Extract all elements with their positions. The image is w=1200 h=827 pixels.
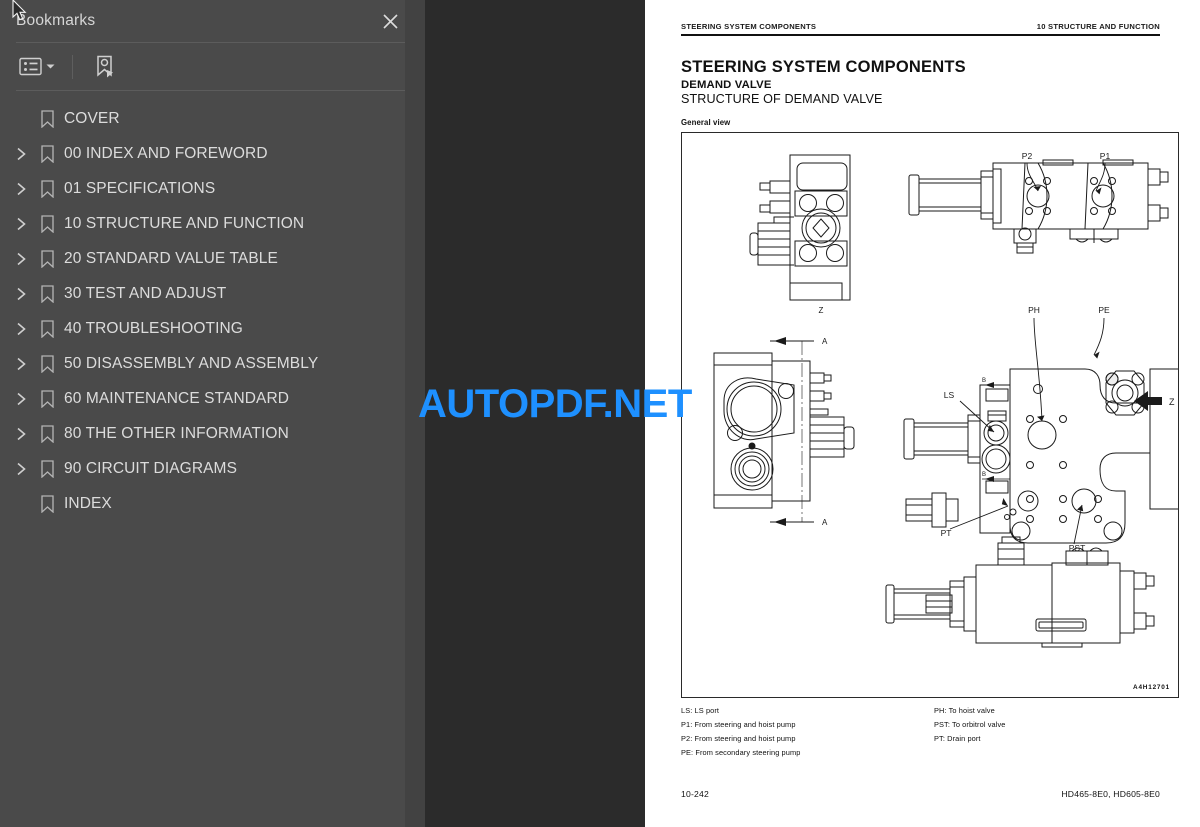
bookmark-label: INDEX [64, 494, 112, 512]
expand-chevron-icon[interactable] [8, 316, 34, 342]
bookmark-item[interactable]: 50 DISASSEMBLY AND ASSEMBLY [0, 346, 425, 381]
bookmark-item[interactable]: COVER [0, 101, 425, 136]
bookmark-label: 00 INDEX AND FOREWORD [64, 144, 268, 162]
bookmark-item[interactable]: 20 STANDARD VALUE TABLE [0, 241, 425, 276]
bookmark-icon [34, 491, 60, 517]
bookmark-label: COVER [64, 109, 120, 127]
bookmark-item[interactable]: 40 TROUBLESHOOTING [0, 311, 425, 346]
find-bookmark-button[interactable] [91, 52, 120, 82]
bookmarks-header: Bookmarks [0, 0, 425, 42]
bookmark-icon [34, 141, 60, 167]
bookmarks-sidebar: Bookmarks COVER 00 INDEX AND FOREWORD 01… [0, 0, 425, 827]
page-footer: 10-242 HD465-8E0, HD605-8E0 [681, 789, 1160, 799]
bookmark-icon [34, 421, 60, 447]
bookmark-item[interactable]: 80 THE OTHER INFORMATION [0, 416, 425, 451]
running-header: STEERING SYSTEM COMPONENTS 10 STRUCTURE … [681, 22, 1160, 34]
close-icon[interactable] [377, 8, 403, 34]
bookmark-icon [34, 316, 60, 342]
bookmark-icon [34, 281, 60, 307]
bookmark-icon [34, 386, 60, 412]
bookmark-icon [34, 211, 60, 237]
expand-chevron-icon[interactable] [8, 456, 34, 482]
expand-chevron-icon[interactable] [8, 281, 34, 307]
legend-line: PT: Drain port [934, 733, 981, 743]
chevron-down-icon [46, 63, 55, 70]
bookmark-icon [34, 246, 60, 272]
pdf-page: STEERING SYSTEM COMPONENTS 10 STRUCTURE … [645, 0, 1200, 827]
bookmark-label: 10 STRUCTURE AND FUNCTION [64, 214, 305, 232]
legend-line: PH: To hoist valve [934, 705, 995, 715]
expand-chevron-icon[interactable] [8, 351, 34, 377]
expand-chevron-icon[interactable] [8, 211, 34, 237]
page-title: STEERING SYSTEM COMPONENTS [681, 57, 966, 76]
list-options-icon [19, 57, 42, 76]
bookmark-item[interactable]: 10 STRUCTURE AND FUNCTION [0, 206, 425, 241]
model-numbers: HD465-8E0, HD605-8E0 [1061, 789, 1160, 799]
pdf-viewer-window: Bookmarks COVER 00 INDEX AND FOREWORD 01… [0, 0, 1200, 827]
legend-line: PST: To orbitrol valve [934, 719, 1006, 729]
callout-z-right: Z [1169, 397, 1175, 407]
expand-chevron-icon[interactable] [8, 141, 34, 167]
bookmark-item[interactable]: 90 CIRCUIT DIAGRAMS [0, 451, 425, 486]
drawing-reference-code: A4H12701 [1133, 683, 1170, 691]
legend-line: LS: LS port [681, 705, 720, 715]
callout-section-a-bottom: A [822, 518, 828, 527]
callout-z-top: Z [819, 306, 824, 315]
expand-chevron-icon[interactable] [8, 246, 34, 272]
legend-line: P2: From steering and hoist pump [681, 733, 796, 743]
callout-pt: PT [941, 528, 952, 538]
page-subtitle-1: DEMAND VALVE [681, 78, 772, 91]
list-options-button[interactable] [16, 54, 58, 79]
bookmark-icon [34, 176, 60, 202]
document-viewer[interactable]: STEERING SYSTEM COMPONENTS 10 STRUCTURE … [425, 0, 1200, 827]
legend-line: PE: From secondary steering pump [681, 748, 801, 758]
find-bookmark-icon [94, 55, 117, 79]
bookmark-label: 50 DISASSEMBLY AND ASSEMBLY [64, 354, 319, 372]
callout-section-a-top: A [822, 337, 828, 346]
callout-b-lower: B [982, 472, 986, 478]
callout-ph: PH [1028, 305, 1040, 315]
bookmark-item[interactable]: 00 INDEX AND FOREWORD [0, 136, 425, 171]
bookmark-item[interactable]: INDEX [0, 486, 425, 521]
bookmark-icon [34, 106, 60, 132]
bookmark-label: 40 TROUBLESHOOTING [64, 319, 243, 337]
running-header-right: 10 STRUCTURE AND FUNCTION [1036, 22, 1160, 31]
page-number: 10-242 [681, 789, 709, 799]
bookmark-label: 80 THE OTHER INFORMATION [64, 424, 289, 442]
bookmark-icon [34, 351, 60, 377]
legend-column-left: LS: LS port P1: From steering and hoist … [681, 704, 930, 761]
bookmark-item[interactable]: 01 SPECIFICATIONS [0, 171, 425, 206]
callout-ls: LS [944, 390, 955, 400]
expand-chevron-icon[interactable] [8, 176, 34, 202]
expand-chevron-icon[interactable] [8, 386, 34, 412]
bookmark-label: 60 MAINTENANCE STANDARD [64, 389, 290, 407]
bookmark-label: 20 STANDARD VALUE TABLE [64, 249, 278, 267]
page-subtitle-2: STRUCTURE OF DEMAND VALVE [681, 91, 883, 106]
sidebar-resize-handle[interactable] [405, 0, 425, 827]
bookmark-tree: COVER 00 INDEX AND FOREWORD 01 SPECIFICA [0, 91, 425, 521]
bookmark-item[interactable]: 30 TEST AND ADJUST [0, 276, 425, 311]
bookmarks-toolbar [0, 43, 425, 90]
expand-chevron-icon[interactable] [8, 421, 34, 447]
technical-drawing: Z P2 P1 A A B B PH PE LS PT PST Z A4H127… [681, 131, 1179, 698]
demand-valve-drawing: Z P2 P1 A A B B PH PE LS PT PST Z [713, 151, 1178, 648]
toolbar-divider [72, 54, 73, 79]
mouse-cursor [12, 0, 28, 27]
bookmark-label: 90 CIRCUIT DIAGRAMS [64, 459, 238, 477]
running-header-left: STEERING SYSTEM COMPONENTS [681, 22, 817, 31]
bookmark-icon [34, 456, 60, 482]
callout-pe: PE [1098, 305, 1110, 315]
bookmark-label: 30 TEST AND ADJUST [64, 284, 227, 302]
callout-p1: P1 [1100, 151, 1111, 161]
bookmark-item[interactable]: 60 MAINTENANCE STANDARD [0, 381, 425, 416]
bookmark-label: 01 SPECIFICATIONS [64, 179, 216, 197]
legend-line: P1: From steering and hoist pump [681, 719, 796, 729]
header-rule [681, 34, 1160, 36]
figure-legend: LS: LS port P1: From steering and hoist … [681, 704, 1179, 761]
figure-caption: General view [681, 117, 731, 127]
callout-p2: P2 [1022, 151, 1033, 161]
callout-b-upper: B [982, 378, 986, 384]
legend-column-right: PH: To hoist valve PST: To orbitrol valv… [930, 704, 1179, 761]
